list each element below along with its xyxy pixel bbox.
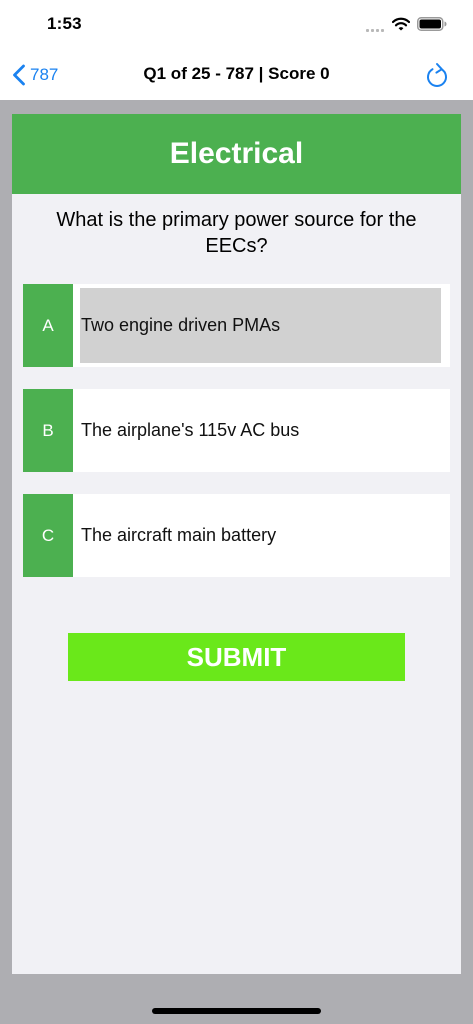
answer-letter: A xyxy=(23,284,73,367)
submit-button[interactable]: SUBMIT xyxy=(68,633,405,681)
navigation-bar: 787 Q1 of 25 - 787 | Score 0 xyxy=(0,50,473,100)
answer-option-c[interactable]: C The aircraft main battery xyxy=(23,494,450,577)
question-card: Electrical What is the primary power sou… xyxy=(12,114,461,974)
answer-text: Two engine driven PMAs xyxy=(81,315,281,335)
content-frame: Electrical What is the primary power sou… xyxy=(0,100,473,1024)
answer-text: The aircraft main battery xyxy=(81,525,277,545)
status-bar: 1:53 xyxy=(0,0,473,50)
status-time: 1:53 xyxy=(47,14,82,33)
question-text: What is the primary power source for the… xyxy=(56,209,417,257)
answer-text: The airplane's 115v AC bus xyxy=(81,420,300,440)
home-indicator xyxy=(152,1008,321,1014)
answer-letter: B xyxy=(23,389,73,472)
category-header: Electrical xyxy=(12,114,461,194)
wifi-icon xyxy=(392,17,410,31)
answer-option-b[interactable]: B The airplane's 115v AC bus xyxy=(23,389,450,472)
page-title: Q1 of 25 - 787 | Score 0 xyxy=(143,64,330,83)
refresh-icon[interactable] xyxy=(424,61,450,89)
answer-letter: C xyxy=(23,494,73,577)
signal-icon xyxy=(366,26,386,32)
battery-icon xyxy=(417,17,447,31)
answer-option-a[interactable]: A Two engine driven PMAs xyxy=(23,284,450,367)
